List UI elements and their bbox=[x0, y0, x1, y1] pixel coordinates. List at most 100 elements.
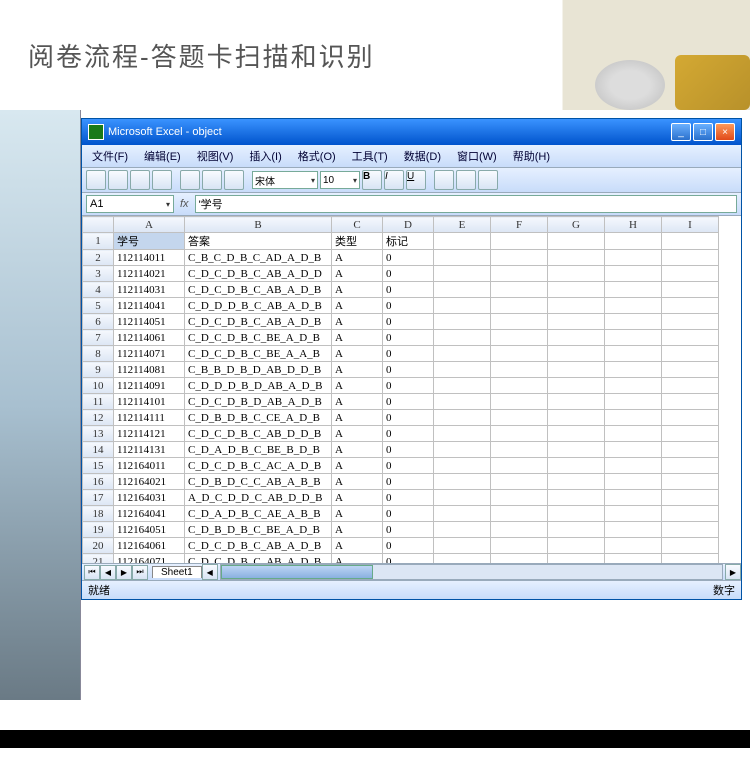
cell[interactable]: A bbox=[332, 394, 383, 410]
cell[interactable] bbox=[548, 554, 605, 564]
column-header[interactable]: G bbox=[548, 217, 605, 233]
cell[interactable] bbox=[662, 233, 719, 250]
close-button[interactable]: × bbox=[715, 123, 735, 141]
cell[interactable] bbox=[434, 426, 491, 442]
cell[interactable] bbox=[605, 394, 662, 410]
cell[interactable] bbox=[605, 314, 662, 330]
align-left-icon[interactable] bbox=[434, 170, 454, 190]
cell[interactable]: C_D_C_D_B_C_AB_A_D_D bbox=[185, 266, 332, 282]
horizontal-scrollbar[interactable] bbox=[220, 564, 723, 580]
cell[interactable] bbox=[491, 233, 548, 250]
cell[interactable]: 0 bbox=[383, 362, 434, 378]
cell[interactable] bbox=[548, 250, 605, 266]
cell[interactable] bbox=[605, 410, 662, 426]
cell[interactable] bbox=[605, 490, 662, 506]
new-icon[interactable] bbox=[86, 170, 106, 190]
cell[interactable]: C_D_D_D_B_C_AB_A_D_B bbox=[185, 298, 332, 314]
row-header[interactable]: 7 bbox=[83, 330, 114, 346]
cell[interactable]: A bbox=[332, 250, 383, 266]
row-header[interactable]: 16 bbox=[83, 474, 114, 490]
cell[interactable]: A bbox=[332, 442, 383, 458]
cell[interactable] bbox=[434, 250, 491, 266]
cell[interactable]: 112114061 bbox=[114, 330, 185, 346]
cell[interactable]: A bbox=[332, 426, 383, 442]
menu-item[interactable]: 格式(O) bbox=[292, 147, 342, 165]
menu-item[interactable]: 插入(I) bbox=[243, 147, 287, 165]
cell[interactable]: 112164071 bbox=[114, 554, 185, 564]
tab-nav-next-icon[interactable]: ▶ bbox=[116, 565, 132, 580]
cell[interactable]: C_D_C_D_B_C_AB_A_D_B bbox=[185, 314, 332, 330]
cell[interactable] bbox=[491, 474, 548, 490]
cell[interactable]: C_D_C_D_B_C_AC_A_D_B bbox=[185, 458, 332, 474]
menu-item[interactable]: 窗口(W) bbox=[451, 147, 503, 165]
cell[interactable]: 112114081 bbox=[114, 362, 185, 378]
cell[interactable]: A bbox=[332, 346, 383, 362]
column-header[interactable]: F bbox=[491, 217, 548, 233]
column-header[interactable]: E bbox=[434, 217, 491, 233]
print-icon[interactable] bbox=[152, 170, 172, 190]
cell[interactable]: A bbox=[332, 458, 383, 474]
cell[interactable] bbox=[434, 394, 491, 410]
cell[interactable] bbox=[491, 458, 548, 474]
cell[interactable]: A_D_C_D_D_C_AB_D_D_B bbox=[185, 490, 332, 506]
column-header[interactable]: A bbox=[114, 217, 185, 233]
cell[interactable] bbox=[605, 378, 662, 394]
cell[interactable]: 112114101 bbox=[114, 394, 185, 410]
row-header[interactable]: 4 bbox=[83, 282, 114, 298]
cell[interactable] bbox=[662, 330, 719, 346]
row-header[interactable]: 13 bbox=[83, 426, 114, 442]
cell[interactable] bbox=[548, 266, 605, 282]
cell[interactable]: C_D_C_D_B_C_AB_D_D_B bbox=[185, 426, 332, 442]
cell[interactable] bbox=[434, 458, 491, 474]
cell[interactable]: 0 bbox=[383, 250, 434, 266]
cell[interactable] bbox=[662, 378, 719, 394]
cell[interactable]: A bbox=[332, 410, 383, 426]
cell[interactable] bbox=[605, 346, 662, 362]
cell[interactable]: C_D_B_D_B_C_CE_A_D_B bbox=[185, 410, 332, 426]
row-header[interactable]: 2 bbox=[83, 250, 114, 266]
cell[interactable]: 0 bbox=[383, 426, 434, 442]
column-header[interactable]: C bbox=[332, 217, 383, 233]
cell[interactable] bbox=[605, 522, 662, 538]
cell[interactable] bbox=[662, 458, 719, 474]
cell[interactable] bbox=[548, 506, 605, 522]
cell[interactable] bbox=[662, 474, 719, 490]
row-header[interactable]: 20 bbox=[83, 538, 114, 554]
cell[interactable] bbox=[434, 298, 491, 314]
save-icon[interactable] bbox=[130, 170, 150, 190]
cell[interactable] bbox=[605, 266, 662, 282]
cell[interactable] bbox=[605, 250, 662, 266]
cell[interactable] bbox=[605, 330, 662, 346]
cell[interactable] bbox=[491, 250, 548, 266]
row-header[interactable]: 6 bbox=[83, 314, 114, 330]
bold-icon[interactable]: B bbox=[362, 170, 382, 190]
cell[interactable] bbox=[662, 410, 719, 426]
open-icon[interactable] bbox=[108, 170, 128, 190]
cell[interactable] bbox=[605, 233, 662, 250]
cell[interactable]: A bbox=[332, 282, 383, 298]
cell[interactable] bbox=[605, 362, 662, 378]
cell[interactable] bbox=[491, 330, 548, 346]
cell[interactable]: C_D_C_D_B_C_AB_A_D_B bbox=[185, 282, 332, 298]
font-name-selector[interactable]: 宋体▾ bbox=[252, 171, 318, 189]
cell[interactable] bbox=[434, 346, 491, 362]
copy-icon[interactable] bbox=[202, 170, 222, 190]
cell[interactable]: 0 bbox=[383, 330, 434, 346]
cell[interactable]: 112114021 bbox=[114, 266, 185, 282]
sheet-tab[interactable]: Sheet1 bbox=[152, 566, 202, 578]
minimize-button[interactable]: _ bbox=[671, 123, 691, 141]
cell[interactable] bbox=[434, 506, 491, 522]
cell[interactable]: 0 bbox=[383, 522, 434, 538]
cell[interactable]: 0 bbox=[383, 346, 434, 362]
cell[interactable] bbox=[662, 426, 719, 442]
cell[interactable]: A bbox=[332, 554, 383, 564]
row-header[interactable]: 12 bbox=[83, 410, 114, 426]
cell[interactable] bbox=[662, 314, 719, 330]
cell[interactable]: 112164031 bbox=[114, 490, 185, 506]
cell[interactable]: 标记 bbox=[383, 233, 434, 250]
cell[interactable]: A bbox=[332, 266, 383, 282]
cell[interactable] bbox=[548, 426, 605, 442]
align-right-icon[interactable] bbox=[478, 170, 498, 190]
font-size-selector[interactable]: 10▾ bbox=[320, 171, 360, 189]
cell[interactable] bbox=[491, 506, 548, 522]
